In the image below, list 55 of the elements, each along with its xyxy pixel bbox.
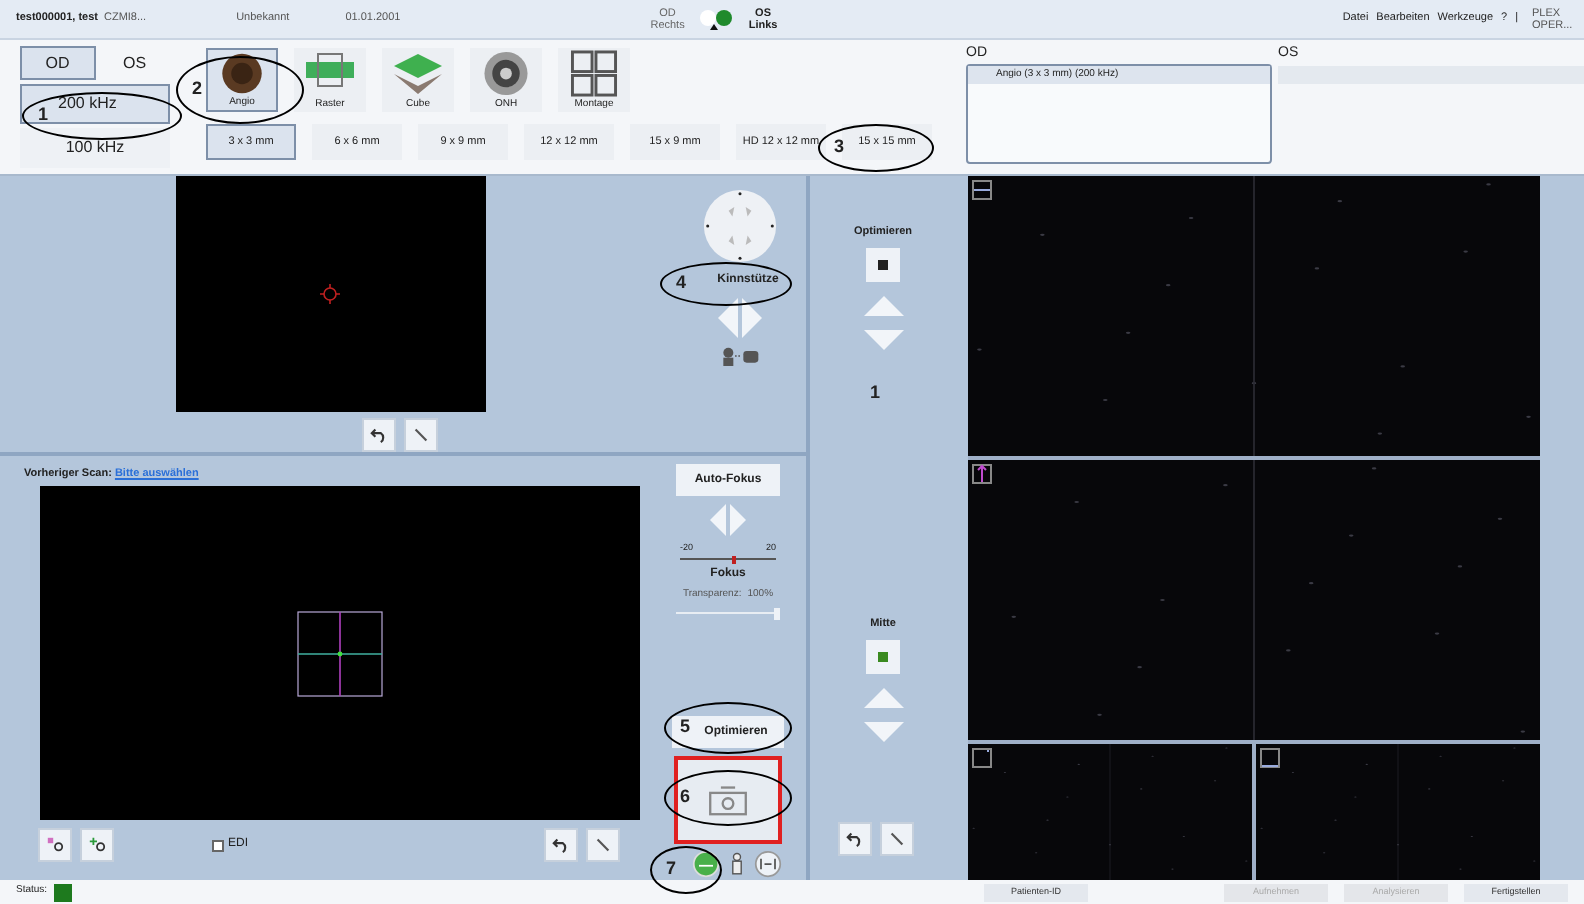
slider-thumb[interactable] (774, 608, 780, 621)
wand-button[interactable] (404, 418, 438, 452)
annotation-number: 1 (38, 102, 49, 129)
undo-icon (370, 426, 388, 444)
orientation-icon (972, 180, 992, 200)
focus-scale[interactable] (680, 557, 776, 566)
wand-button[interactable] (586, 828, 620, 862)
undo-icon (845, 830, 863, 848)
reference-icon (46, 836, 64, 854)
grid-icon (570, 50, 618, 97)
center-button[interactable] (866, 640, 900, 674)
annotation-number: 3 (834, 134, 845, 161)
left-arrow-button[interactable] (718, 298, 738, 338)
wand-icon (594, 836, 612, 854)
transparency-slider[interactable] (676, 608, 780, 621)
eye-status-icon (696, 7, 737, 31)
head-camera-icon (720, 346, 760, 366)
step-count: 1 (869, 380, 880, 407)
camera-icon (706, 784, 750, 817)
orientation-icon (1260, 748, 1280, 768)
wand-icon (412, 426, 430, 444)
tracking-icon[interactable] (691, 850, 719, 879)
undo-button[interactable] (837, 822, 871, 856)
eye-tab[interactable]: OD (20, 46, 95, 80)
status-indicator (53, 883, 72, 901)
orientation-icon (972, 464, 992, 484)
raster-scan-icon (302, 50, 358, 90)
cube-scan-icon (390, 50, 446, 94)
plus-reference-icon (88, 836, 106, 854)
scan-pattern-icon (296, 609, 384, 697)
optic-disc-icon (482, 50, 530, 97)
annotation-number: 5 (680, 714, 691, 741)
undo-button[interactable] (544, 828, 578, 862)
undo-icon (552, 836, 570, 854)
retina-icon (218, 52, 266, 95)
edi-checkbox[interactable] (212, 839, 224, 851)
undo-button[interactable] (362, 418, 396, 452)
annotation-number: 7 (666, 856, 677, 883)
capture-button[interactable] (674, 756, 782, 845)
orientation-icon (972, 748, 992, 768)
add-reference-button[interactable] (38, 828, 72, 862)
center-icon (878, 652, 888, 662)
stop-button[interactable] (866, 248, 900, 283)
annotation-number: 4 (676, 270, 687, 297)
wand-button[interactable] (879, 822, 913, 856)
speed-option[interactable]: 100 kHz (20, 128, 170, 168)
person-icon[interactable] (729, 850, 743, 879)
right-arrow-button[interactable] (742, 298, 762, 338)
expand-icon[interactable] (753, 850, 781, 879)
stop-icon (878, 260, 888, 271)
annotation-number: 2 (192, 76, 203, 103)
add-reference-button[interactable] (80, 828, 114, 862)
annotation-number: 6 (680, 784, 691, 811)
target-icon (320, 284, 340, 304)
wand-icon (887, 830, 905, 848)
